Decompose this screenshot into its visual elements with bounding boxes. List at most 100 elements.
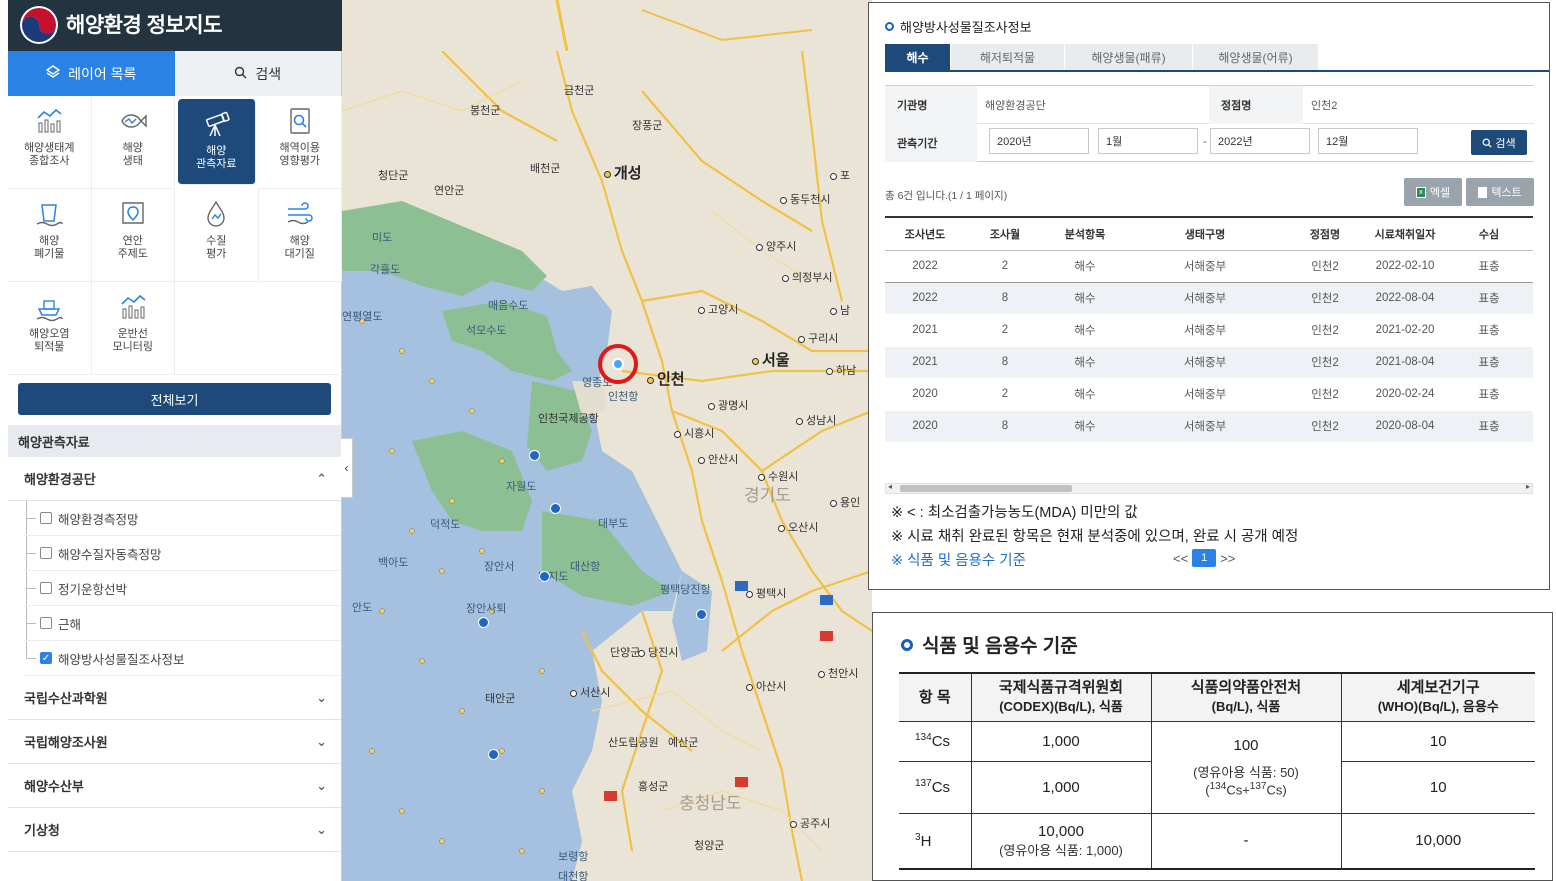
tab-shellfish[interactable]: 해양생물(패류) [1065, 44, 1193, 70]
category-coastal-theme-map[interactable]: 연안 주제도 [91, 189, 175, 282]
table-row[interactable]: 2021 2 해수 서해중부 인천2 2021-02-20 표층 [885, 314, 1533, 347]
category-sea-use-assessment[interactable]: 해역이용 영향평가 [258, 96, 342, 189]
scroll-right-arrow-icon[interactable]: ▸ [1526, 482, 1530, 491]
layer-item[interactable]: 정기운항선박 [24, 571, 341, 606]
layer-label: 해양방사성물질조사정보 [58, 652, 185, 667]
table-cell: 인천2 [1285, 378, 1365, 411]
table-cell: 2022-02-10 [1365, 249, 1445, 283]
table-horizontal-scrollbar[interactable]: ◂ ▸ [885, 482, 1533, 494]
column-header[interactable]: 조사년도 [885, 216, 965, 251]
search-button[interactable]: 검색 [1471, 130, 1527, 155]
page-number-button[interactable]: 1 [1192, 549, 1217, 567]
table-cell: 해수 [1045, 249, 1125, 283]
layer-item[interactable]: 근해 [24, 606, 341, 641]
tab-search[interactable]: 검색 [174, 51, 341, 96]
table-row[interactable]: 2022 8 해수 서해중부 인천2 2022-08-04 표층 [885, 282, 1533, 315]
selected-station-marker[interactable] [598, 344, 638, 384]
panel-collapse-button[interactable]: ‹ [341, 438, 353, 498]
org-khoa[interactable]: 국립해양조사원 ⌄ [8, 720, 341, 764]
category-ocean-observation[interactable]: 해양 관측자료 [178, 99, 256, 185]
table-cell: 해수 [1045, 378, 1125, 411]
table-cell: 2022-08-04 [1365, 282, 1445, 315]
prev-page-button[interactable]: << [1173, 551, 1188, 566]
org-kma[interactable]: 기상청 ⌄ [8, 808, 341, 852]
org-koem[interactable]: 해양환경공단 ⌃ [8, 457, 341, 501]
column-header[interactable]: 조사월 [965, 216, 1045, 251]
table-cell: 인천2 [1285, 249, 1365, 283]
tab-sediment[interactable]: 해저퇴적물 [951, 44, 1065, 70]
category-marine-air-quality[interactable]: 해양 대기질 [258, 189, 342, 282]
excel-download-button[interactable]: x 엑셀 [1404, 178, 1462, 206]
category-label: 해양오염 [29, 328, 70, 340]
layer-item[interactable]: 해양환경측정망 [24, 501, 341, 536]
layer-checkbox-checked[interactable]: ✓ [40, 652, 52, 664]
chevron-up-icon: ⌃ [316, 470, 327, 486]
layer-checkbox[interactable] [40, 617, 52, 629]
column-header[interactable]: 정점명 [1285, 216, 1365, 251]
map-canvas[interactable]: 금천군 봉천군 장풍군 배천군 청단군 연안군 개성 동두천시 포 양주시 의정… [342, 51, 872, 881]
map-label: 청단군 [378, 170, 409, 182]
layer-item[interactable]: 해양수질자동측정망 [24, 536, 341, 571]
table-row[interactable]: 2022 2 해수 서해중부 인천2 2022-02-10 표층 [885, 249, 1533, 283]
station-marker[interactable] [488, 749, 499, 760]
column-header[interactable]: 시료채취일자 [1365, 216, 1445, 251]
chevron-down-icon: ⌄ [316, 821, 327, 837]
app-title[interactable]: 해양환경 정보지도 [66, 9, 222, 39]
government-logo-icon[interactable] [18, 4, 60, 46]
org-nifs[interactable]: 국립수산과학원 ⌄ [8, 676, 341, 720]
category-pollution-sediment[interactable]: 해양오염 퇴적물 [8, 282, 92, 375]
table-row[interactable]: 2020 8 해수 서해중부 인천2 2020-08-04 표층 [885, 410, 1533, 443]
table-cell: 1,000 [970, 721, 1151, 762]
column-header[interactable]: 분석항목 [1045, 216, 1125, 251]
next-page-button[interactable]: >> [1220, 551, 1235, 566]
table-cell: 표층 [1445, 249, 1533, 283]
water-drop-icon [201, 199, 231, 229]
ship-icon [34, 292, 64, 322]
category-water-quality[interactable]: 수질 평가 [175, 189, 259, 282]
to-year-select[interactable]: 2022년 [1210, 128, 1310, 154]
column-header[interactable]: 생태구명 [1125, 216, 1285, 251]
tab-layer-list[interactable]: 레이어 목록 [8, 51, 175, 96]
category-label: 해양 [289, 235, 310, 247]
table-row[interactable]: 2020 2 해수 서해중부 인천2 2020-02-24 표층 [885, 378, 1533, 411]
station-marker[interactable] [529, 450, 540, 461]
scrollbar-thumb[interactable] [900, 485, 1072, 492]
table-cell: 10 [1340, 721, 1535, 762]
map-label: 봉천군 [470, 105, 501, 117]
category-ecosystem-survey[interactable]: 해양생태계 종합조사 [8, 96, 92, 189]
station-marker[interactable] [696, 609, 707, 620]
view-all-button[interactable]: 전체보기 [18, 383, 331, 415]
tab-seawater[interactable]: 해수 [885, 44, 951, 70]
station-marker[interactable] [478, 617, 489, 628]
org-mof[interactable]: 해양수산부 ⌄ [8, 764, 341, 808]
from-month-select[interactable]: 1월 [1098, 128, 1198, 154]
column-header[interactable]: 수심 [1445, 216, 1533, 251]
category-label: 해양 [122, 142, 143, 154]
fish-icon [118, 106, 148, 136]
map-top-strip [342, 0, 872, 51]
map-label: 성남시 [796, 412, 836, 428]
category-carrier-monitoring[interactable]: 운반선 모니터링 [91, 282, 175, 375]
search-form: 기관명 해양환경공단 정점명 인천2 관측기간 2020년 1월 - 2022년… [885, 85, 1534, 162]
to-month-select[interactable]: 12월 [1318, 128, 1418, 154]
scroll-left-arrow-icon[interactable]: ◂ [888, 482, 892, 491]
from-year-select[interactable]: 2020년 [989, 128, 1089, 154]
table-row[interactable]: 2021 8 해수 서해중부 인천2 2021-08-04 표층 [885, 346, 1533, 379]
category-label: 연안 [122, 235, 143, 247]
button-label: 텍스트 [1491, 187, 1522, 199]
table-cell: 인천2 [1285, 314, 1365, 347]
map-label: 광명시 [708, 397, 748, 413]
food-standard-link[interactable]: ※ 식품 및 음용수 기준 [891, 549, 1026, 570]
map-label: 미도 [372, 232, 393, 244]
layer-checkbox[interactable] [40, 512, 52, 524]
station-marker[interactable] [539, 571, 550, 582]
category-marine-ecology[interactable]: 해양 생태 [91, 96, 175, 189]
map-label: 서산시 [570, 684, 610, 700]
layer-checkbox[interactable] [40, 547, 52, 559]
text-download-button[interactable]: 텍스트 [1466, 178, 1534, 206]
category-marine-waste[interactable]: 해양 폐기물 [8, 189, 92, 282]
layer-item[interactable]: ✓ 해양방사성물질조사정보 [24, 641, 341, 676]
layer-checkbox[interactable] [40, 582, 52, 594]
tab-fish[interactable]: 해양생물(어류) [1193, 44, 1319, 70]
station-marker[interactable] [550, 503, 561, 514]
